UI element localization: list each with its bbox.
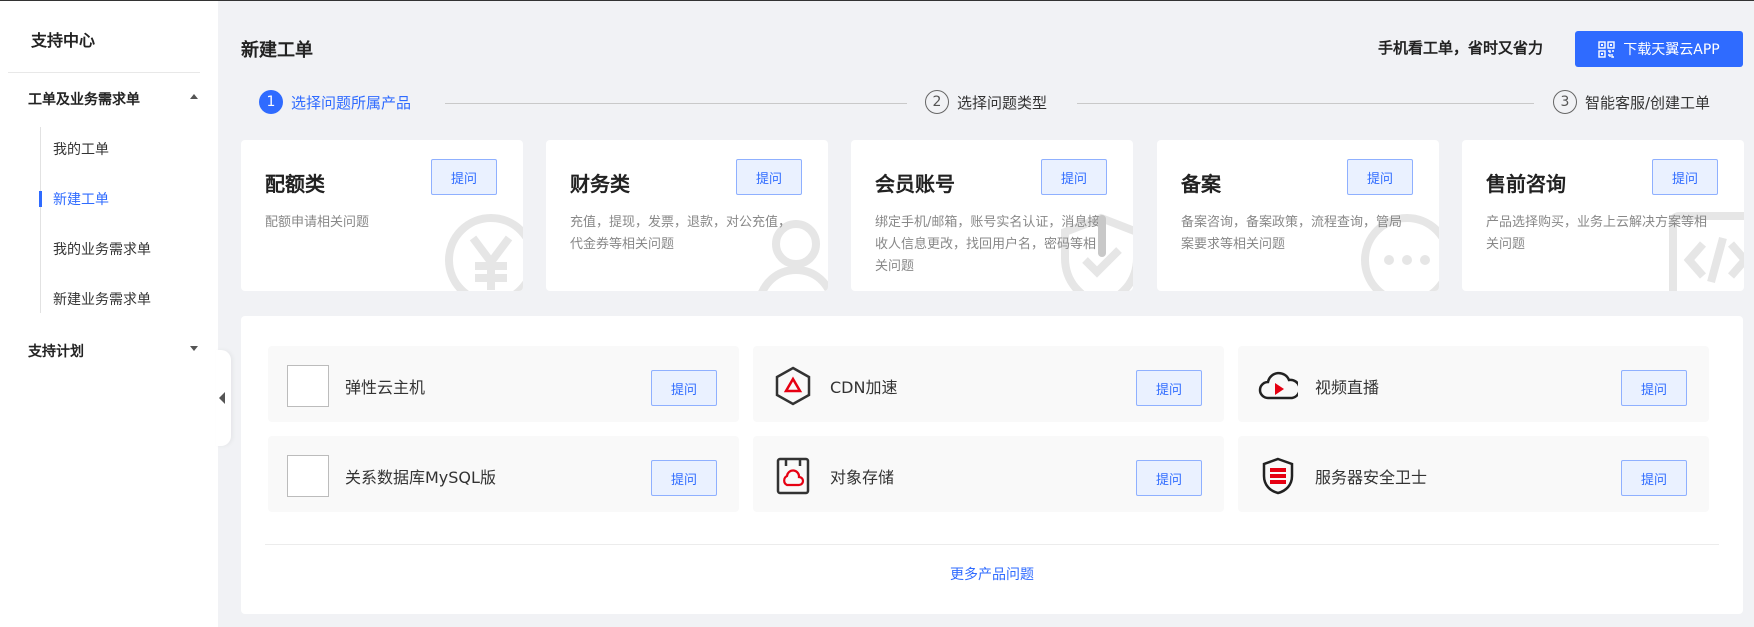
sidebar-collapse-button[interactable] xyxy=(216,350,231,446)
sidebar-group-support-plan[interactable]: 支持计划 xyxy=(28,341,198,361)
product-name: CDN加速 xyxy=(830,378,898,397)
category-description: 备案咨询，备案政策，流程查询，管局案要求等相关问题 xyxy=(1181,215,1403,252)
product-card-security: 服务器安全卫士 提问 xyxy=(1238,436,1709,512)
page-title: 新建工单 xyxy=(241,40,313,61)
ask-button[interactable]: 提问 xyxy=(651,370,717,406)
sidebar-submenu: 我的工单 新建工单 我的业务需求单 新建业务需求单 xyxy=(39,127,200,313)
active-indicator xyxy=(39,191,42,207)
ask-button[interactable]: 提问 xyxy=(1621,370,1687,406)
more-products-link[interactable]: 更多产品问题 xyxy=(241,564,1743,584)
broken-image-icon xyxy=(287,365,329,407)
step-label: 智能客服/创建工单 xyxy=(1585,93,1711,112)
step-number: 3 xyxy=(1553,90,1577,114)
shield-server-icon xyxy=(1257,455,1299,497)
product-name: 视频直播 xyxy=(1315,378,1380,397)
step-number: 2 xyxy=(925,90,949,114)
app-promo-text: 手机看工单，省时又省力 xyxy=(1378,39,1544,57)
sidebar-group-tickets[interactable]: 工单及业务需求单 xyxy=(28,89,198,109)
ask-button[interactable]: 提问 xyxy=(736,159,802,195)
sidebar: 支持中心 工单及业务需求单 我的工单 新建工单 我的业务需求单 新建业务需求单 … xyxy=(0,1,218,627)
category-description: 配额申请相关问题 xyxy=(265,215,370,230)
product-name: 关系数据库MySQL版 xyxy=(345,468,496,487)
category-card-quota: 配额类 提问 配额申请相关问题 xyxy=(241,140,523,291)
sidebar-group-label: 支持计划 xyxy=(28,344,84,360)
sidebar-item-new-ticket[interactable]: 新建工单 xyxy=(53,189,109,209)
category-card-finance: 财务类 提问 充值，提现，发票，退款，对公充值，代金券等相关问题 xyxy=(546,140,828,291)
sidebar-item-my-tickets[interactable]: 我的工单 xyxy=(53,139,109,159)
ask-button[interactable]: 提问 xyxy=(1652,159,1718,195)
cdn-hexagon-icon xyxy=(772,365,814,407)
caret-up-icon xyxy=(190,94,198,99)
category-title: 配额类 xyxy=(265,172,325,196)
category-title: 备案 xyxy=(1181,172,1221,196)
panel-divider xyxy=(265,544,1719,545)
sidebar-title: 支持中心 xyxy=(31,31,96,50)
window-top-border xyxy=(0,0,1754,1)
step-1: 1 选择问题所属产品 xyxy=(259,90,411,114)
sidebar-divider xyxy=(8,72,200,73)
products-panel: 弹性云主机 提问 CDN加速 提问 视频直播 提问 关系数据库MySQL版 提问 xyxy=(241,316,1743,614)
category-description: 绑定手机/邮箱，账号实名认证，消息接收人信息更改，找回用户名，密码等相关问题 xyxy=(875,215,1101,274)
qr-code-icon xyxy=(1598,40,1615,58)
ask-button[interactable]: 提问 xyxy=(1041,159,1107,195)
more-products-label[interactable]: 更多产品问题 xyxy=(950,567,1034,583)
download-app-label: 下载天翼云APP xyxy=(1623,42,1720,58)
step-2: 2 选择问题类型 xyxy=(925,90,1047,114)
description-scrollbar[interactable] xyxy=(1098,215,1106,257)
download-app-button[interactable]: 下载天翼云APP xyxy=(1575,31,1743,67)
step-label: 选择问题类型 xyxy=(957,93,1048,112)
step-connector xyxy=(1077,103,1534,104)
caret-down-icon xyxy=(190,346,198,351)
step-connector xyxy=(445,103,907,104)
object-storage-icon xyxy=(772,455,814,497)
category-title: 财务类 xyxy=(570,172,630,196)
sidebar-group-label: 工单及业务需求单 xyxy=(28,92,140,108)
product-card-mysql: 关系数据库MySQL版 提问 xyxy=(268,436,739,512)
category-description: 产品选择购买，业务上云解决方案等相关问题 xyxy=(1486,215,1708,252)
cloud-play-icon xyxy=(1257,365,1299,407)
category-title: 售前咨询 xyxy=(1486,172,1566,196)
category-title: 会员账号 xyxy=(875,172,955,196)
step-number: 1 xyxy=(259,90,283,114)
ask-button[interactable]: 提问 xyxy=(431,159,497,195)
sidebar-item-my-requests[interactable]: 我的业务需求单 xyxy=(53,239,151,259)
product-card-live: 视频直播 提问 xyxy=(1238,346,1709,422)
ask-button[interactable]: 提问 xyxy=(651,460,717,496)
category-card-account: 会员账号 提问 绑定手机/邮箱，账号实名认证，消息接收人信息更改，找回用户名，密… xyxy=(851,140,1133,291)
product-name: 服务器安全卫士 xyxy=(1315,468,1428,487)
ask-button[interactable]: 提问 xyxy=(1347,159,1413,195)
category-description: 充值，提现，发票，退款，对公充值，代金券等相关问题 xyxy=(570,215,792,252)
step-3: 3 智能客服/创建工单 xyxy=(1553,90,1710,114)
product-card-cdn: CDN加速 提问 xyxy=(753,346,1224,422)
ask-button[interactable]: 提问 xyxy=(1621,460,1687,496)
category-card-filing: 备案 提问 备案咨询，备案政策，流程查询，管局案要求等相关问题 xyxy=(1157,140,1439,291)
category-card-presales: 售前咨询 提问 产品选择购买，业务上云解决方案等相关问题 xyxy=(1462,140,1744,291)
product-name: 对象存储 xyxy=(830,468,895,487)
ask-button[interactable]: 提问 xyxy=(1136,460,1202,496)
broken-image-icon xyxy=(287,455,329,497)
product-name: 弹性云主机 xyxy=(345,378,426,397)
step-label: 选择问题所属产品 xyxy=(291,93,412,112)
sidebar-item-new-request[interactable]: 新建业务需求单 xyxy=(53,289,151,309)
product-card-oss: 对象存储 提问 xyxy=(753,436,1224,512)
product-card-ecs: 弹性云主机 提问 xyxy=(268,346,739,422)
chevron-left-icon xyxy=(219,392,225,404)
ask-button[interactable]: 提问 xyxy=(1136,370,1202,406)
